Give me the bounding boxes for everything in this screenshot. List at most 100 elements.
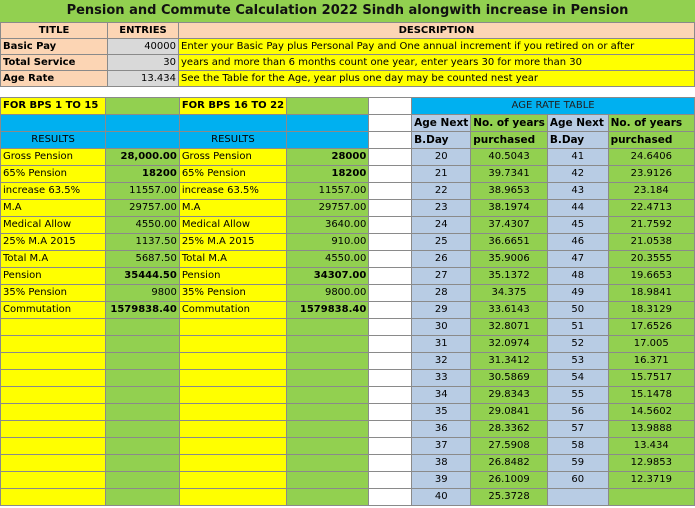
age-value: 52 <box>546 335 609 353</box>
bps2-result-label: Pension <box>178 267 288 285</box>
age-value: 28 <box>411 284 472 302</box>
blank-cell <box>0 352 107 370</box>
blank-cell <box>178 454 288 472</box>
age-next-header: Age Next <box>546 114 609 132</box>
table-row: 35 29.0841 56 14.5602 <box>0 403 695 421</box>
years-header: No. of years <box>470 114 548 132</box>
bps2-header: FOR BPS 16 TO 22 <box>178 97 288 115</box>
purchased-value: 36.6651 <box>470 233 548 251</box>
table-row: 33 30.5869 54 15.7517 <box>0 369 695 387</box>
table-row: 34 29.8343 55 15.1478 <box>0 386 695 404</box>
blank-cell <box>286 454 370 472</box>
bps1-result-value: 35444.50 <box>105 267 180 285</box>
blank-cell <box>286 369 370 387</box>
blank-cell <box>0 335 107 353</box>
blank-cell <box>0 454 107 472</box>
purchased-value: 29.8343 <box>470 386 548 404</box>
blank-cell <box>286 352 370 370</box>
basic-pay-description: Enter your Basic Pay plus Personal Pay a… <box>178 38 695 55</box>
purchased-value: 12.3719 <box>607 471 695 489</box>
blank-cell <box>368 386 413 404</box>
purchased-value: 24.6406 <box>607 148 695 166</box>
blank-cell <box>178 369 288 387</box>
purchased-value: 16.371 <box>607 352 695 370</box>
age-value: 44 <box>546 199 609 217</box>
blank-cell <box>368 454 413 472</box>
purchased-value: 32.0974 <box>470 335 548 353</box>
blank-cell <box>368 335 413 353</box>
blank-cell <box>105 318 180 336</box>
bps2-result-label: Commutation <box>178 301 288 319</box>
table-row: 36 28.3362 57 13.9888 <box>0 420 695 438</box>
age-value: 45 <box>546 216 609 234</box>
age-value: 46 <box>546 233 609 251</box>
blank-cell <box>368 301 413 319</box>
blank-cell <box>368 165 413 183</box>
age-value: 30 <box>411 318 472 336</box>
blank-cell <box>105 352 180 370</box>
table-row: Commutation 1579838.40 Commutation 1579838.… <box>0 301 695 319</box>
purchased-value: 31.3412 <box>470 352 548 370</box>
purchased-value: 18.3129 <box>607 301 695 319</box>
blank-cell <box>178 471 288 489</box>
bps1-header: FOR BPS 1 TO 15 <box>0 97 107 115</box>
bps1-result-label: 65% Pension <box>0 165 107 183</box>
purchased-value: 28.3362 <box>470 420 548 438</box>
results-header-row: RESULTS RESULTS B.Day purchased B.Day purchas… <box>0 131 695 149</box>
blank-cell <box>368 199 413 217</box>
blank-cell <box>105 454 180 472</box>
bps2-result-label: M.A <box>178 199 288 217</box>
total-service-input[interactable]: 30 <box>107 54 179 71</box>
purchased-value: 35.9006 <box>470 250 548 268</box>
age-rate-input[interactable]: 13.434 <box>107 70 179 87</box>
purchased-value: 38.9653 <box>470 182 548 200</box>
purchased-value: 29.0841 <box>470 403 548 421</box>
age-table-title: AGE RATE TABLE <box>411 97 695 115</box>
blank-cell <box>178 335 288 353</box>
purchased-value: 39.7341 <box>470 165 548 183</box>
age-value: 35 <box>411 403 472 421</box>
table-row: 31 32.0974 52 17.005 <box>0 335 695 353</box>
age-value: 41 <box>546 148 609 166</box>
purchased-value: 26.8482 <box>470 454 548 472</box>
blank-cell <box>368 114 413 132</box>
blank-cell <box>105 369 180 387</box>
age-value: 32 <box>411 352 472 370</box>
purchased-value: 17.005 <box>607 335 695 353</box>
table-row: 65% Pension 18200 65% Pension 18200 21 39.734… <box>0 165 695 183</box>
blank-cell <box>368 250 413 268</box>
purchased-value: 30.5869 <box>470 369 548 387</box>
age-value: 48 <box>546 267 609 285</box>
table-row: 25% M.A 2015 1137.50 25% M.A 2015 910.00 25 3… <box>0 233 695 251</box>
results-header-row: Age Next No. of years Age Next No. of years <box>0 114 695 132</box>
blank-cell <box>368 216 413 234</box>
bps1-result-value: 29757.00 <box>105 199 180 217</box>
bps2-result-label: Medical Allow <box>178 216 288 234</box>
bps2-result-label: 35% Pension <box>178 284 288 302</box>
blank-cell <box>368 131 413 149</box>
blank-cell <box>286 335 370 353</box>
bps1-result-label: Pension <box>0 267 107 285</box>
blank-cell <box>368 403 413 421</box>
blank-cell <box>368 267 413 285</box>
age-value: 22 <box>411 182 472 200</box>
basic-pay-input[interactable]: 40000 <box>107 38 179 55</box>
blank-cell <box>105 471 180 489</box>
age-value: 37 <box>411 437 472 455</box>
table-row: 35% Pension 9800 35% Pension 9800.00 28 34.37… <box>0 284 695 302</box>
age-value: 36 <box>411 420 472 438</box>
bday-header: B.Day <box>546 131 609 149</box>
total-service-description: years and more than 6 months count one y… <box>178 54 695 71</box>
purchased-value: 12.9853 <box>607 454 695 472</box>
blank-cell <box>178 488 288 506</box>
table-row: M.A 29757.00 M.A 29757.00 23 38.1974 44 22.4713 <box>0 199 695 217</box>
table-row: 32 31.3412 53 16.371 <box>0 352 695 370</box>
purchased-value: 25.3728 <box>470 488 548 506</box>
bps1-result-value: 28,000.00 <box>105 148 180 166</box>
blank-cell <box>178 352 288 370</box>
table-row: Pension 35444.50 Pension 34307.00 27 35.1372 4… <box>0 267 695 285</box>
bps1-results-label: RESULTS <box>0 131 107 149</box>
basic-pay-label: Basic Pay <box>0 38 108 55</box>
blank-cell <box>368 148 413 166</box>
purchased-value: 13.9888 <box>607 420 695 438</box>
